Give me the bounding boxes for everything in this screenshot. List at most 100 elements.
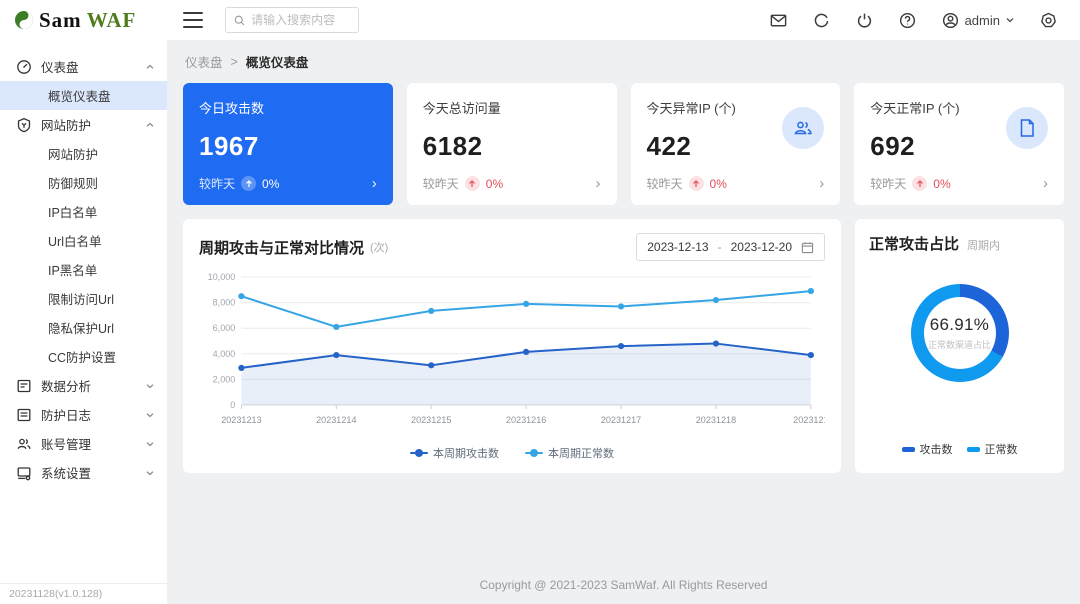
breadcrumb-separator: > <box>231 55 238 69</box>
chevron-right-icon[interactable]: › <box>372 176 377 191</box>
stat-card-abnormal-ip[interactable]: 今天异常IP (个) 422 较昨天 0% › <box>631 83 841 205</box>
sidebar-item-label: 网站防护 <box>48 144 98 163</box>
sidebar-item-label: 限制访问Url <box>48 289 114 308</box>
sidebar-item-privacy-url[interactable]: 隐私保护Url <box>0 313 167 342</box>
stat-title: 今天总访问量 <box>423 98 601 117</box>
sidebar-item-label: IP黑名单 <box>48 260 97 279</box>
breadcrumb-root[interactable]: 仪表盘 <box>185 52 223 71</box>
svg-text:20231216: 20231216 <box>506 415 546 425</box>
sidebar-item-label: 概览仪表盘 <box>48 86 111 105</box>
svg-text:2,000: 2,000 <box>213 374 236 384</box>
delta-value: 0% <box>933 177 950 191</box>
sidebar-item-label: Url白名单 <box>48 231 101 250</box>
sidebar-group-data-analysis[interactable]: 数据分析 <box>0 371 167 400</box>
sidebar-item-label: 防御规则 <box>48 173 98 192</box>
stat-title: 今日攻击数 <box>199 98 377 117</box>
sidebar-item-label: 网站防护 <box>41 115 91 134</box>
file-icon <box>1006 107 1048 149</box>
mail-icon[interactable] <box>769 11 788 30</box>
sidebar-group-account-management[interactable]: 账号管理 <box>0 429 167 458</box>
date-start: 2023-12-13 <box>647 240 708 254</box>
chevron-down-icon <box>145 468 155 478</box>
sidebar-group-site-protection[interactable]: 网站防护 <box>0 110 167 139</box>
sidebar-item-site-protection[interactable]: 网站防护 <box>0 139 167 168</box>
sidebar-item-label: IP白名单 <box>48 202 97 221</box>
svg-text:8,000: 8,000 <box>213 298 236 308</box>
app-logo[interactable]: Sam WAF <box>0 8 167 33</box>
refresh-icon[interactable] <box>812 11 831 30</box>
svg-text:20231214: 20231214 <box>316 415 356 425</box>
help-icon[interactable] <box>898 11 917 30</box>
user-menu[interactable]: admin <box>941 11 1015 30</box>
report-icon <box>16 378 32 394</box>
power-icon[interactable] <box>855 11 874 30</box>
sidebar-item-ip-blacklist[interactable]: IP黑名单 <box>0 255 167 284</box>
legend-label: 本周期正常数 <box>548 445 614 461</box>
sidebar-group-dashboard[interactable]: 仪表盘 <box>0 52 167 81</box>
sidebar-item-cc-protection[interactable]: CC防护设置 <box>0 342 167 371</box>
logo-text-sam: Sam <box>39 8 82 33</box>
compare-label: 较昨天 <box>647 175 683 192</box>
global-search[interactable] <box>225 7 359 33</box>
legend-item-normal[interactable]: 本周期正常数 <box>525 445 614 461</box>
sidebar-item-restricted-url[interactable]: 限制访问Url <box>0 284 167 313</box>
svg-text:20231218: 20231218 <box>696 415 736 425</box>
svg-text:0: 0 <box>230 400 235 410</box>
log-icon <box>16 407 32 423</box>
chart-title: 周期攻击与正常对比情况 <box>199 237 364 258</box>
legend-label: 本周期攻击数 <box>433 445 499 461</box>
sidebar-item-overview-dashboard[interactable]: 概览仪表盘 <box>0 81 167 110</box>
legend-item-attacks[interactable]: 攻击数 <box>902 441 953 457</box>
sidebar-item-defense-rules[interactable]: 防御规则 <box>0 168 167 197</box>
delta-value: 0% <box>262 177 279 191</box>
svg-text:20231217: 20231217 <box>601 415 641 425</box>
sidebar-item-url-whitelist[interactable]: Url白名单 <box>0 226 167 255</box>
chart-legend: 本周期攻击数 本周期正常数 <box>199 445 825 463</box>
legend-item-attacks[interactable]: 本周期攻击数 <box>410 445 499 461</box>
date-end: 2023-12-20 <box>731 240 792 254</box>
stat-cards-row: 今日攻击数 1967 较昨天 0% › 今天总访问量 6182 较昨天 0% › <box>183 83 1064 205</box>
chevron-right-icon[interactable]: › <box>1043 176 1048 191</box>
donut-center-label: 正常数渠道占比 <box>928 338 991 351</box>
sidebar-item-label: 数据分析 <box>41 376 91 395</box>
legend-swatch <box>902 447 915 452</box>
version-label: 20231128(v1.0.128) <box>0 583 167 604</box>
date-separator: - <box>718 240 722 254</box>
svg-text:2023121: 2023121 <box>793 415 825 425</box>
menu-collapse-icon[interactable] <box>183 12 203 28</box>
main-content: 仪表盘 > 概览仪表盘 今日攻击数 1967 较昨天 0% › 今天总访问量 6… <box>167 40 1080 604</box>
delta-value: 0% <box>710 177 727 191</box>
stat-value: 6182 <box>423 131 601 162</box>
chevron-right-icon[interactable]: › <box>596 176 601 191</box>
sidebar-group-protection-logs[interactable]: 防护日志 <box>0 400 167 429</box>
avatar-icon <box>941 11 960 30</box>
user-group-icon <box>16 436 32 452</box>
breadcrumb: 仪表盘 > 概览仪表盘 <box>185 52 1064 71</box>
donut-subtitle: 周期内 <box>967 237 1000 253</box>
legend-marker <box>410 449 428 457</box>
trend-chart-card: 周期攻击与正常对比情况 (次) 2023-12-13 - 2023-12-20 … <box>183 219 841 473</box>
donut-legend: 攻击数 正常数 <box>869 441 1050 463</box>
chevron-down-icon <box>145 439 155 449</box>
sidebar-group-system-settings[interactable]: 系统设置 <box>0 458 167 487</box>
svg-text:4,000: 4,000 <box>213 349 236 359</box>
chevron-down-icon <box>145 410 155 420</box>
stat-card-normal-ip[interactable]: 今天正常IP (个) 692 较昨天 0% › <box>854 83 1064 205</box>
svg-text:10,000: 10,000 <box>208 272 236 282</box>
yin-yang-logo-icon <box>14 10 34 30</box>
sidebar-item-label: 隐私保护Url <box>48 318 114 337</box>
username-label: admin <box>965 13 1000 28</box>
topbar: Sam WAF admin <box>0 0 1080 40</box>
trend-up-icon <box>465 176 480 191</box>
sidebar-item-ip-whitelist[interactable]: IP白名单 <box>0 197 167 226</box>
donut-chart: 66.91% 正常数渠道占比 <box>911 284 1009 382</box>
logo-text-waf: WAF <box>87 8 137 33</box>
stat-card-attacks-today[interactable]: 今日攻击数 1967 较昨天 0% › <box>183 83 393 205</box>
search-input[interactable] <box>251 13 350 27</box>
settings-gear-icon[interactable] <box>1039 11 1058 30</box>
chevron-right-icon[interactable]: › <box>819 176 824 191</box>
stat-card-total-visits[interactable]: 今天总访问量 6182 较昨天 0% › <box>407 83 617 205</box>
legend-item-normal[interactable]: 正常数 <box>967 441 1018 457</box>
date-range-picker[interactable]: 2023-12-13 - 2023-12-20 <box>636 233 825 261</box>
line-chart: 02,0004,0006,0008,00010,0002023121320231… <box>199 267 825 445</box>
